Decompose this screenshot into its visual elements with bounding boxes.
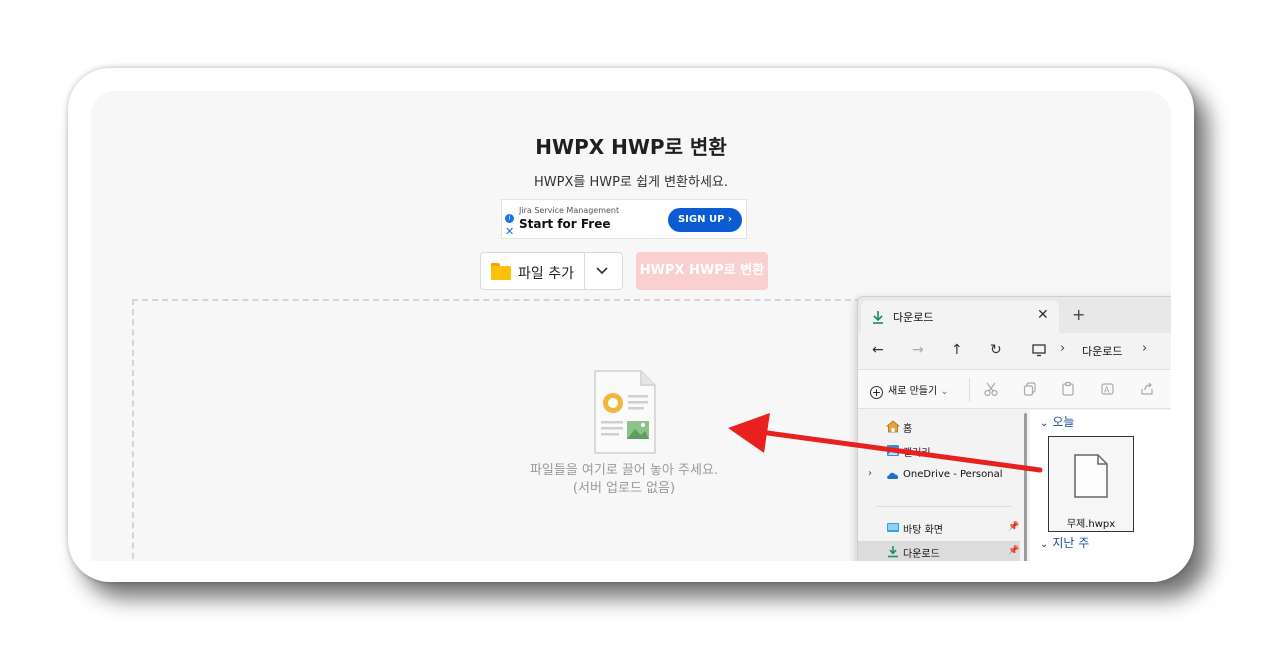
explorer-nav-bar: ← → ↑ ↻ › 다운로드 › bbox=[858, 333, 1171, 369]
page-subtitle: HWPX를 HWP로 쉽게 변환하세요. bbox=[533, 175, 728, 190]
document-icon bbox=[594, 370, 656, 454]
computer-icon[interactable] bbox=[1032, 343, 1046, 357]
new-tab-icon[interactable]: + bbox=[1072, 305, 1085, 324]
home-icon bbox=[886, 420, 900, 433]
ad-signup-button[interactable]: SIGN UP › bbox=[668, 208, 742, 232]
group-last-week[interactable]: ⌄ 지난 주 bbox=[1040, 534, 1089, 551]
svg-text:A: A bbox=[1104, 386, 1110, 395]
file-icon bbox=[1074, 454, 1108, 498]
nav-item-downloads[interactable]: 다운로드 📌 bbox=[858, 541, 1020, 561]
desktop-icon bbox=[887, 523, 899, 532]
ad-close-icon[interactable]: ✕ bbox=[505, 226, 514, 237]
gallery-icon bbox=[887, 445, 899, 456]
ad-small-text: Jira Service Management bbox=[519, 206, 620, 215]
chevron-down-icon: ⌄ bbox=[1040, 418, 1049, 429]
ad-banner[interactable]: i ✕ Jira Service Management Start for Fr… bbox=[501, 199, 747, 239]
download-icon bbox=[873, 311, 883, 324]
page-title: HWPX HWP로 변환 bbox=[535, 135, 727, 159]
explorer-content-pane: ⌄ 오늘 무제.hwpx ⌄ 지난 주 bbox=[1030, 410, 1171, 561]
chevron-right-icon[interactable]: › bbox=[1142, 341, 1147, 356]
explorer-nav-pane: 홈 갤러리 › OneDrive - Personal 바탕 화면 📌 다운로드… bbox=[858, 410, 1020, 561]
copy-icon[interactable] bbox=[1022, 381, 1038, 397]
download-icon bbox=[888, 546, 898, 558]
convert-button[interactable]: HWPX HWP로 변환 bbox=[636, 252, 768, 290]
ad-info-icon[interactable]: i bbox=[505, 214, 514, 223]
cloud-icon bbox=[887, 472, 899, 479]
ad-headline: Start for Free bbox=[519, 217, 611, 231]
explorer-tab-title: 다운로드 bbox=[893, 311, 934, 324]
plus-icon: + bbox=[870, 386, 883, 399]
cut-icon[interactable] bbox=[983, 381, 999, 397]
chevron-down-icon[interactable] bbox=[594, 262, 610, 278]
share-icon[interactable] bbox=[1139, 381, 1155, 397]
close-icon[interactable]: ✕ bbox=[1037, 307, 1049, 323]
screenshot-frame: HWPX HWP로 변환 HWPX를 HWP로 쉽게 변환하세요. i ✕ Ji… bbox=[68, 68, 1194, 582]
pin-icon[interactable]: 📌 bbox=[1008, 522, 1019, 532]
forward-icon[interactable]: → bbox=[912, 342, 924, 358]
explorer-tab-downloads[interactable]: 다운로드 ✕ bbox=[861, 301, 1059, 333]
folder-icon bbox=[491, 263, 511, 280]
file-explorer-window: 다운로드 ✕ + ← → ↑ ↻ › 다운로드 › + 새로 만들기 ⌄ A 홈… bbox=[857, 296, 1171, 561]
nav-item-onedrive[interactable]: › OneDrive - Personal bbox=[858, 465, 1020, 487]
paste-icon[interactable] bbox=[1060, 381, 1076, 397]
file-name: 무제.hwpx bbox=[1066, 519, 1116, 530]
chevron-right-icon[interactable]: › bbox=[1060, 341, 1065, 356]
refresh-icon[interactable]: ↻ bbox=[990, 342, 1002, 358]
chevron-right-icon[interactable]: › bbox=[868, 468, 872, 479]
file-item[interactable]: 무제.hwpx bbox=[1048, 436, 1134, 532]
group-today[interactable]: ⌄ 오늘 bbox=[1040, 413, 1074, 430]
explorer-toolbar: + 새로 만들기 ⌄ A bbox=[858, 369, 1171, 409]
converter-page: HWPX HWP로 변환 HWPX를 HWP로 쉽게 변환하세요. i ✕ Ji… bbox=[91, 91, 1171, 561]
rename-icon[interactable]: A bbox=[1100, 381, 1116, 397]
nav-item-home[interactable]: 홈 bbox=[858, 416, 1020, 438]
add-file-button[interactable]: 파일 추가 bbox=[480, 252, 623, 290]
up-icon[interactable]: ↑ bbox=[951, 342, 963, 358]
address-breadcrumb[interactable]: 다운로드 bbox=[1082, 343, 1122, 359]
new-item-button[interactable]: + 새로 만들기 ⌄ bbox=[870, 382, 949, 399]
nav-item-desktop[interactable]: 바탕 화면 📌 bbox=[858, 517, 1020, 539]
nav-item-gallery[interactable]: 갤러리 bbox=[858, 440, 1020, 462]
explorer-tab-bar: 다운로드 ✕ + bbox=[858, 297, 1171, 333]
nav-pane-scrollbar[interactable] bbox=[1024, 413, 1027, 561]
add-file-label: 파일 추가 bbox=[518, 266, 574, 282]
pin-icon[interactable]: 📌 bbox=[1008, 546, 1019, 556]
back-icon[interactable]: ← bbox=[872, 342, 884, 358]
chevron-down-icon: ⌄ bbox=[1040, 539, 1049, 550]
